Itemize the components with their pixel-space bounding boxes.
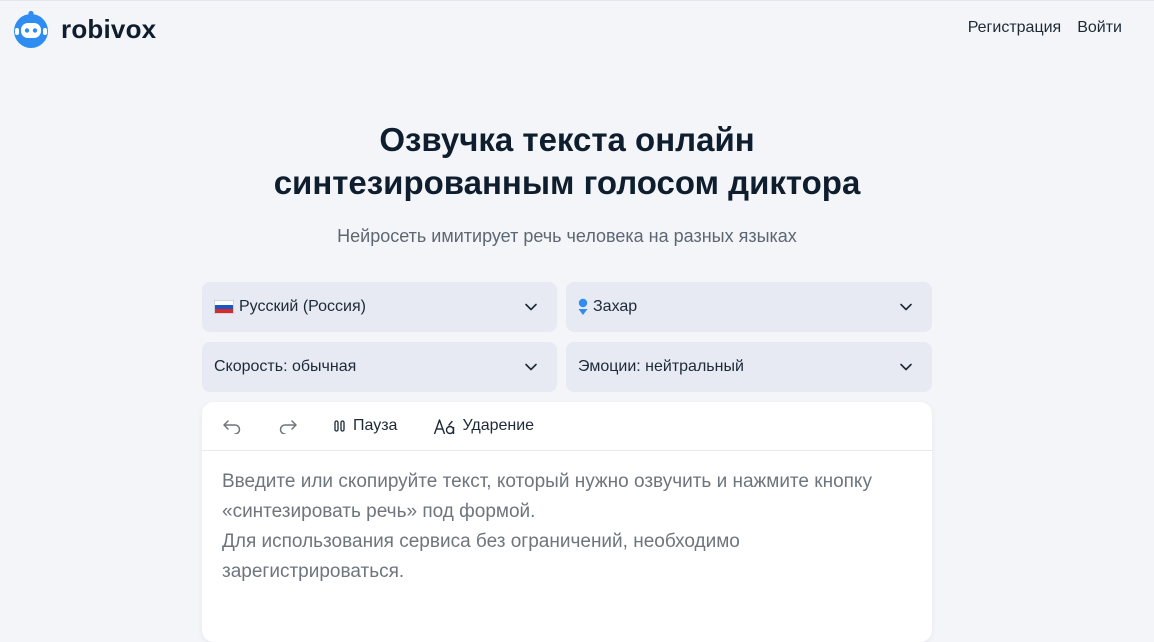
page-title: Озвучка текста онлайн синтезированным го… [0, 118, 1134, 204]
text-editor: Пауза Ударение Введите или скопируйте те… [202, 402, 932, 642]
register-link[interactable]: Регистрация [968, 19, 1062, 37]
russia-flag-icon [214, 300, 234, 314]
voice-value: Захар [593, 298, 638, 315]
stress-button[interactable]: Ударение [433, 417, 534, 435]
undo-button[interactable] [222, 418, 242, 434]
voice-select[interactable]: Захар [566, 282, 932, 332]
emotion-select[interactable]: Эмоции: нейтральный [566, 342, 932, 392]
chevron-down-icon [900, 363, 912, 371]
undo-icon [223, 420, 241, 434]
placeholder-paragraph-1: Введите или скопируйте текст, который ну… [222, 471, 872, 522]
redo-button[interactable] [278, 418, 298, 434]
header-nav: Регистрация Войти [968, 19, 1122, 37]
page-title-line-2: синтезированным голосом диктора [273, 164, 861, 201]
chevron-down-icon [525, 303, 537, 311]
robot-logo-icon [14, 10, 48, 48]
male-voice-icon [578, 298, 588, 315]
logo[interactable]: robivox [12, 10, 157, 48]
redo-icon [279, 420, 297, 434]
pause-button[interactable]: Пауза [334, 417, 397, 435]
chevron-down-icon [525, 363, 537, 371]
page-subtitle: Нейросеть имитирует речь человека на раз… [337, 226, 797, 246]
page-title-line-1: Озвучка текста онлайн [379, 121, 755, 158]
editor-toolbar: Пауза Ударение [202, 402, 932, 451]
emotion-value: Эмоции: нейтральный [578, 358, 744, 375]
language-value: Русский (Россия) [239, 298, 366, 315]
pause-label: Пауза [353, 417, 398, 434]
pause-icon [334, 420, 345, 432]
stress-label: Ударение [462, 417, 535, 434]
brand-name: robivox [61, 13, 157, 44]
stress-accent-icon [434, 419, 455, 435]
login-link[interactable]: Войти [1077, 19, 1122, 37]
speed-select[interactable]: Скорость: обычная [202, 342, 557, 392]
speed-value: Скорость: обычная [214, 358, 357, 375]
chevron-down-icon [900, 303, 912, 311]
placeholder-paragraph-2: Для использования сервиса без ограничени… [222, 531, 740, 582]
language-select[interactable]: Русский (Россия) [202, 282, 557, 332]
text-input-area[interactable]: Введите или скопируйте текст, который ну… [202, 451, 932, 587]
top-bar: robivox Регистрация Войти [0, 0, 1154, 56]
